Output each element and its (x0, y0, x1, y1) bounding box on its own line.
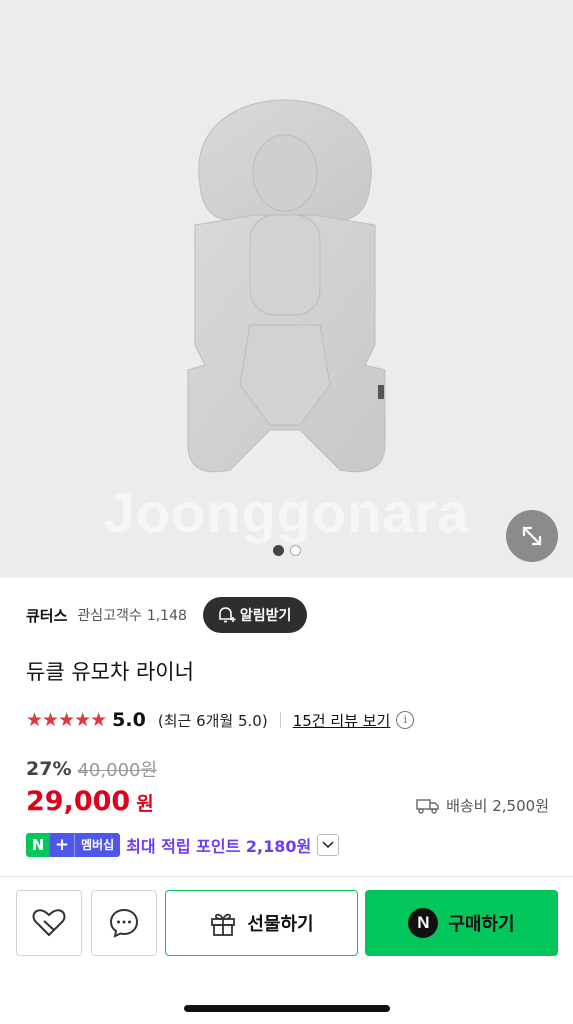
shipping-fee: 배송비 2,500원 (446, 797, 549, 815)
nplus-membership-badge: N + 멤버십 (26, 833, 121, 857)
naver-pay-icon: N (408, 908, 439, 938)
price-row: 29,000 원 (26, 786, 154, 824)
rating-score: 5.0 (112, 709, 146, 731)
carousel-dot-1[interactable] (272, 545, 284, 556)
chevron-down-icon (322, 841, 334, 849)
product-image (187, 99, 386, 473)
discount-row: 27% 40,000원 (26, 756, 157, 782)
price-currency: 원 (136, 793, 154, 815)
original-price: 40,000원 (77, 760, 158, 781)
shipping-info: 배송비 2,500원 (416, 795, 549, 816)
divider (279, 712, 281, 728)
wishlist-button[interactable] (16, 890, 82, 956)
rating-row: ★★★★★ 5.0 (최근 6개월 5.0) 15건 리뷰 보기 i (26, 706, 415, 734)
discount-rate: 27% (26, 758, 72, 780)
buy-label: 구매하기 (448, 914, 515, 935)
carousel-dot-2[interactable] (289, 545, 301, 556)
gift-icon (211, 913, 236, 936)
buy-button[interactable]: N 구매하기 (365, 890, 558, 956)
max-points-text: 최대 적립 포인트 2,180원 (126, 837, 312, 856)
rating-stars: ★★★★★ (26, 709, 107, 731)
alarm-label: 알림받기 (239, 608, 292, 624)
followers: 관심고객수 1,148 (77, 605, 187, 625)
store-name[interactable]: 큐터스 (26, 605, 67, 626)
chat-bubble-icon (109, 908, 139, 938)
points-expand-button[interactable] (317, 834, 340, 856)
followers-label: 관심고객수 (77, 608, 142, 624)
heart-icon (32, 909, 66, 937)
sale-price: 29,000 (26, 786, 131, 817)
product-image-carousel[interactable]: Joonggonara (0, 0, 573, 578)
expand-icon (522, 526, 542, 546)
followers-count: 1,148 (146, 608, 187, 624)
bell-plus-icon (219, 607, 236, 623)
carousel-dots (0, 541, 573, 560)
membership-label: 멤버십 (74, 833, 121, 857)
recent-rating: (최근 6개월 5.0) (157, 711, 268, 730)
info-icon[interactable]: i (396, 711, 415, 729)
product-title: 듀클 유모차 라이너 (26, 660, 194, 684)
home-indicator[interactable] (184, 1005, 390, 1012)
plus-badge: + (50, 833, 74, 857)
store-row: 큐터스 관심고객수 1,148 알림받기 (26, 596, 308, 634)
points-row[interactable]: N + 멤버십 최대 적립 포인트 2,180원 (26, 832, 340, 858)
watermark: Joonggonara (103, 481, 470, 544)
gift-label: 선물하기 (247, 914, 314, 935)
reviews-link[interactable]: 15건 리뷰 보기 (293, 710, 391, 731)
expand-image-button[interactable] (506, 510, 558, 562)
alarm-subscribe-button[interactable]: 알림받기 (202, 597, 308, 633)
bottom-bar-divider (0, 876, 573, 877)
chat-inquiry-button[interactable] (91, 890, 157, 956)
gift-button[interactable]: 선물하기 (165, 890, 358, 956)
naver-n-badge: N (26, 833, 50, 857)
truck-icon (416, 798, 439, 814)
